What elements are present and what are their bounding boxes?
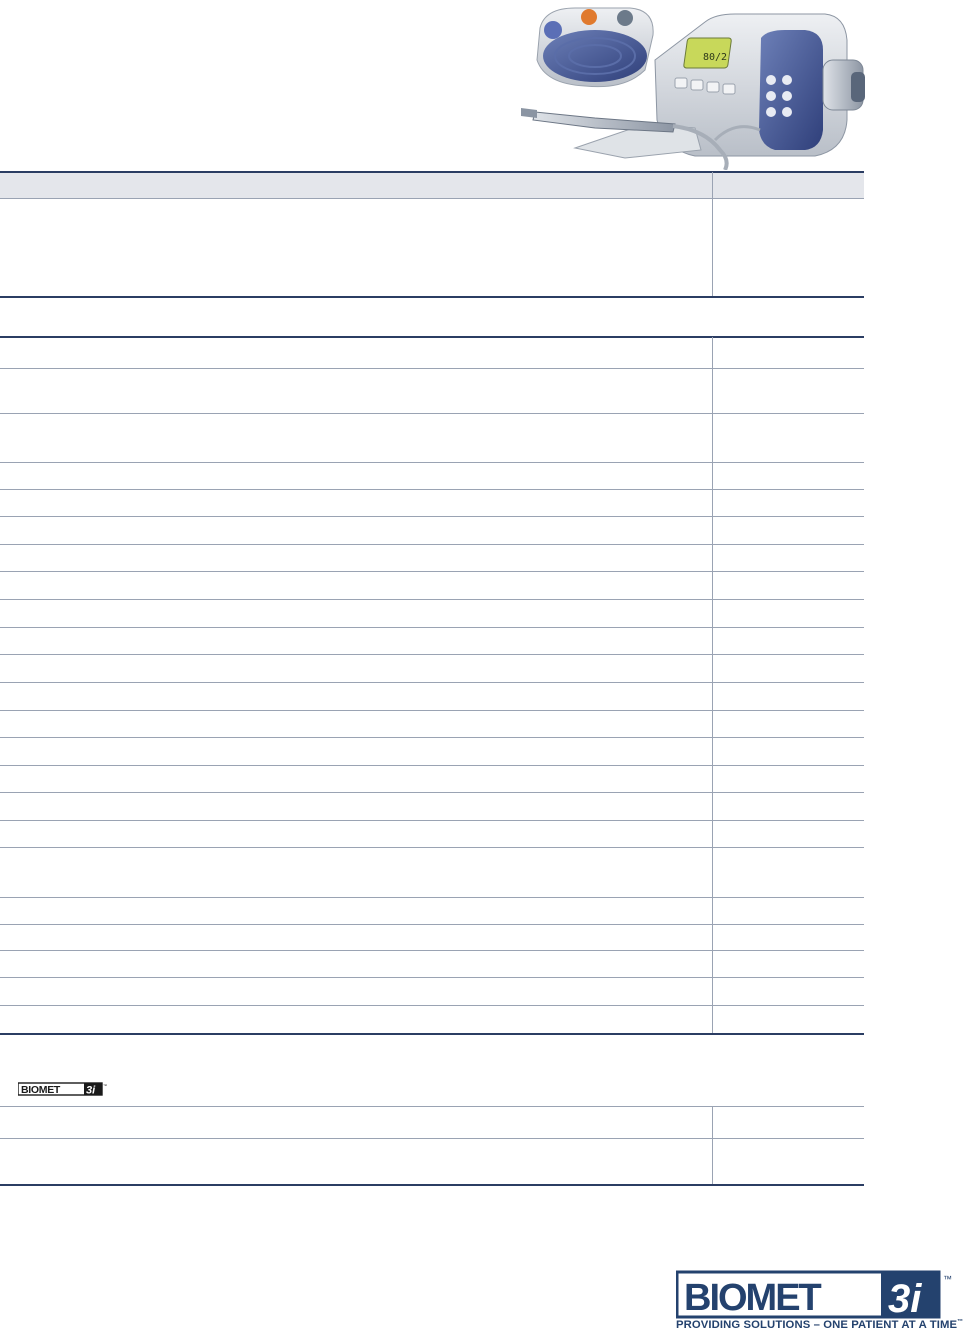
- column-divider: [712, 172, 713, 296]
- row-rule: [0, 599, 864, 600]
- svg-text:3i: 3i: [888, 1277, 922, 1321]
- row-rule: [0, 654, 864, 655]
- svg-text:3i: 3i: [86, 1085, 96, 1097]
- row-rule: [0, 413, 864, 414]
- section-brand-logo: BIOMET 3i ™: [18, 1082, 107, 1097]
- row-rule: [0, 820, 864, 821]
- svg-text:BIOMET: BIOMET: [684, 1277, 822, 1319]
- row-rule: [0, 516, 864, 517]
- row-rule: [0, 710, 864, 711]
- row-rule: [0, 977, 864, 978]
- section-rule: [0, 336, 864, 338]
- row-rule: [0, 627, 864, 628]
- row-rule: [0, 792, 864, 793]
- row-rule: [0, 571, 864, 572]
- surgical-motor-product-image: 80/2: [521, 7, 865, 170]
- column-divider: [712, 1106, 713, 1184]
- table-top-rule: [0, 171, 864, 173]
- row-rule: [0, 847, 864, 848]
- row-rule: [0, 682, 864, 683]
- row-rule: [0, 462, 864, 463]
- svg-text:™: ™: [103, 1083, 107, 1088]
- row-rule: [0, 1005, 864, 1006]
- trademark-symbol: ™: [943, 1274, 952, 1284]
- row-rule: [0, 368, 864, 369]
- brand-tagline: PROVIDING SOLUTIONS – ONE PATIENT AT A T…: [676, 1319, 964, 1331]
- section-rule: [0, 1033, 864, 1035]
- row-rule: [0, 924, 864, 925]
- table-bottom-rule: [0, 1184, 864, 1186]
- row-rule: [0, 544, 864, 545]
- table-header-band: [0, 172, 864, 198]
- row-rule: [0, 765, 864, 766]
- section-rule: [0, 296, 864, 298]
- header-bottom-rule: [0, 198, 864, 199]
- row-rule: [0, 1138, 864, 1139]
- svg-text:BIOMET: BIOMET: [21, 1084, 61, 1096]
- row-rule: [0, 950, 864, 951]
- row-rule: [0, 1106, 864, 1107]
- column-divider: [712, 337, 713, 1033]
- row-rule: [0, 489, 864, 490]
- row-rule: [0, 897, 864, 898]
- row-rule: [0, 737, 864, 738]
- foot-pedal: [536, 7, 654, 88]
- svg-text:80/2: 80/2: [703, 52, 727, 63]
